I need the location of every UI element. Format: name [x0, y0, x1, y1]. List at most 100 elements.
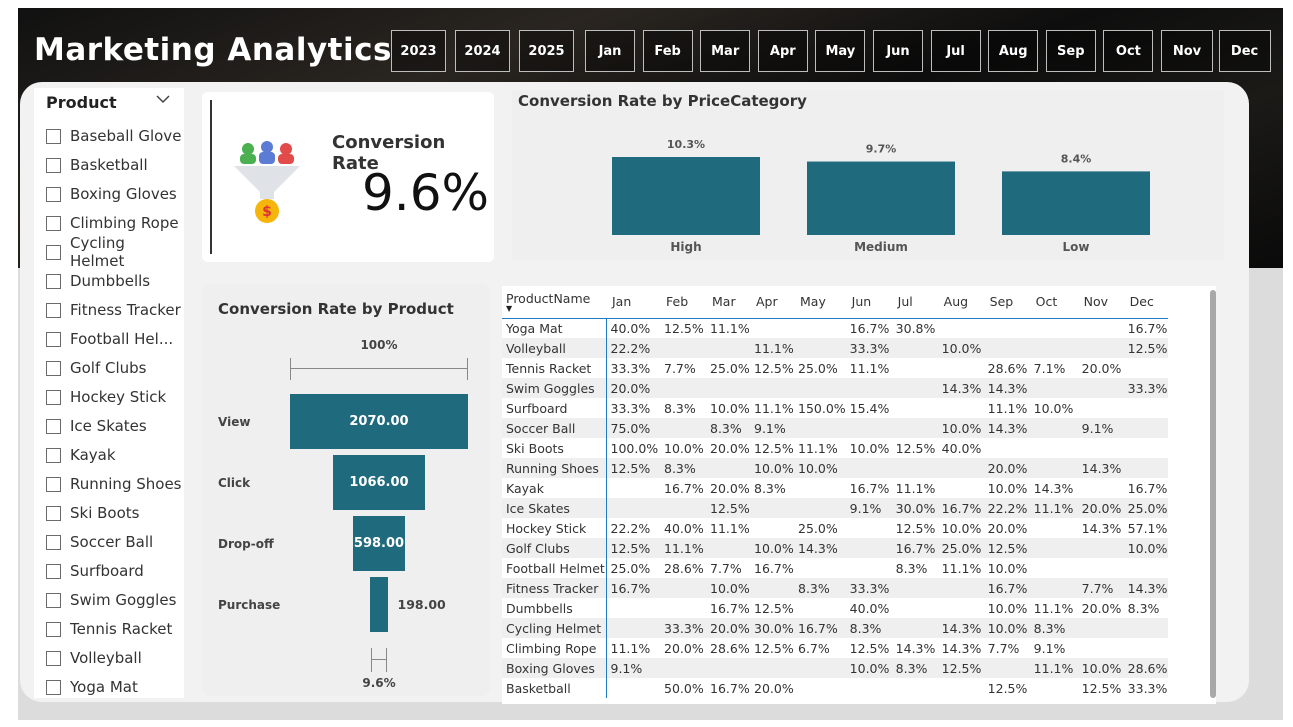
month-button-jul[interactable]: Jul: [930, 30, 981, 72]
checkbox[interactable]: [46, 476, 61, 492]
checkbox[interactable]: [46, 331, 61, 347]
matrix-scrollbar[interactable]: [1210, 290, 1216, 698]
column-header[interactable]: ProductName ▼: [502, 286, 606, 319]
year-button-2025[interactable]: 2025: [519, 30, 574, 72]
checkbox[interactable]: [46, 650, 61, 666]
product-option[interactable]: Fitness Tracker: [46, 299, 181, 321]
table-row[interactable]: Soccer Ball 75.0% 8.3% 9.1% 10.0% 14.3% 9.1%: [502, 418, 1168, 438]
column-header[interactable]: Jan: [606, 286, 660, 319]
checkbox[interactable]: [46, 679, 61, 695]
checkbox[interactable]: [46, 447, 61, 463]
table-row[interactable]: Tennis Racket 33.3% 7.7% 25.0% 12.5% 25.0% 11.…: [502, 358, 1168, 378]
product-option[interactable]: Cycling Helmet: [46, 234, 184, 270]
checkbox[interactable]: [46, 128, 61, 144]
product-option[interactable]: Ice Skates: [46, 415, 147, 437]
checkbox[interactable]: [46, 592, 61, 608]
table-row[interactable]: Ice Skates 12.5% 9.1% 30.0% 16.7% 22.2% 11.1% 2…: [502, 498, 1168, 518]
table-row[interactable]: Yoga Mat 40.0% 12.5% 11.1% 16.7% 30.8% 16.7%: [502, 318, 1168, 338]
checkbox[interactable]: [46, 563, 61, 579]
product-option[interactable]: Climbing Rope: [46, 212, 179, 234]
checkbox[interactable]: [46, 244, 61, 260]
table-row[interactable]: Basketball 50.0% 16.7% 20.0% 12.5% 12.5% 33.3%: [502, 678, 1168, 698]
month-button-may[interactable]: May: [815, 30, 866, 72]
table-row[interactable]: Cycling Helmet 33.3% 20.0% 30.0% 16.7% 8.3% 14…: [502, 618, 1168, 638]
table-row[interactable]: Football Helmet 25.0% 28.6% 7.7% 16.7% 8.3% 11…: [502, 558, 1168, 578]
checkbox[interactable]: [46, 186, 61, 202]
bar-low[interactable]: [1002, 171, 1150, 235]
month-button-apr[interactable]: Apr: [757, 30, 808, 72]
column-header[interactable]: Jun: [845, 286, 892, 319]
table-row[interactable]: Running Shoes 12.5% 8.3% 10.0% 10.0% 20.0% 14.…: [502, 458, 1168, 478]
checkbox[interactable]: [46, 505, 61, 521]
chevron-down-icon[interactable]: [156, 92, 170, 108]
table-row[interactable]: Surfboard 33.3% 8.3% 10.0% 11.1% 150.0% 15.4% 1…: [502, 398, 1168, 418]
value-cell: [794, 658, 846, 678]
checkbox[interactable]: [46, 157, 61, 173]
product-option[interactable]: Swim Goggles: [46, 589, 176, 611]
column-header[interactable]: Sep: [983, 286, 1030, 319]
column-header[interactable]: Mar: [706, 286, 750, 319]
month-button-sep[interactable]: Sep: [1045, 30, 1096, 72]
month-button-dec[interactable]: Dec: [1218, 30, 1271, 72]
sort-desc-icon[interactable]: ▼: [506, 305, 606, 313]
checkbox[interactable]: [46, 389, 61, 405]
table-row[interactable]: Dumbbells 16.7% 12.5% 40.0% 10.0% 11.1% 20.0% 8…: [502, 598, 1168, 618]
column-header[interactable]: May: [794, 286, 846, 319]
checkbox[interactable]: [46, 621, 61, 637]
column-header[interactable]: Oct: [1029, 286, 1078, 319]
year-button-2023[interactable]: 2023: [391, 30, 446, 72]
bar-high[interactable]: [612, 157, 760, 235]
product-option[interactable]: Soccer Ball: [46, 531, 153, 553]
table-row[interactable]: Boxing Gloves 9.1% 10.0% 8.3% 12.5% 11.1% 10.0…: [502, 658, 1168, 678]
product-option[interactable]: Boxing Gloves: [46, 183, 177, 205]
product-option[interactable]: Football Hel...: [46, 328, 173, 350]
month-button-oct[interactable]: Oct: [1103, 30, 1154, 72]
product-option[interactable]: Kayak: [46, 444, 116, 466]
checkbox[interactable]: [46, 534, 61, 550]
checkbox[interactable]: [46, 215, 61, 231]
table-row[interactable]: Ski Boots 100.0% 10.0% 20.0% 12.5% 11.1% 10.0%…: [502, 438, 1168, 458]
month-button-feb[interactable]: Feb: [642, 30, 693, 72]
year-button-2024[interactable]: 2024: [455, 30, 510, 72]
product-option[interactable]: Tennis Racket: [46, 618, 172, 640]
product-option[interactable]: Hockey Stick: [46, 386, 166, 408]
month-button-mar[interactable]: Mar: [700, 30, 751, 72]
checkbox[interactable]: [46, 302, 61, 318]
funnel-bar-click[interactable]: 1066.00: [333, 455, 425, 510]
column-header[interactable]: Jul: [891, 286, 938, 319]
checkbox[interactable]: [46, 273, 61, 289]
product-option[interactable]: Golf Clubs: [46, 357, 147, 379]
value-cell: 14.3%: [895, 640, 936, 656]
funnel-bar-view[interactable]: 2070.00: [290, 394, 468, 449]
table-row[interactable]: Climbing Rope 11.1% 20.0% 28.6% 12.5% 6.7% 12.…: [502, 638, 1168, 658]
column-header[interactable]: Nov: [1077, 286, 1124, 319]
table-row[interactable]: Kayak 16.7% 20.0% 8.3% 16.7% 11.1% 10.0% 14.3% 1…: [502, 478, 1168, 498]
product-option[interactable]: Yoga Mat: [46, 676, 138, 698]
table-row[interactable]: Volleyball 22.2% 11.1% 33.3% 10.0% 12.5%: [502, 338, 1168, 358]
product-option[interactable]: Surfboard: [46, 560, 144, 582]
product-option[interactable]: Volleyball: [46, 647, 142, 669]
table-row[interactable]: Fitness Tracker 16.7% 10.0% 8.3% 33.3% 16.7% 7…: [502, 578, 1168, 598]
column-header[interactable]: Dec: [1123, 286, 1168, 319]
checkbox[interactable]: [46, 360, 61, 376]
product-option[interactable]: Baseball Glove: [46, 125, 181, 147]
month-button-jan[interactable]: Jan: [585, 30, 635, 72]
product-option[interactable]: Running Shoes: [46, 473, 181, 495]
month-button-aug[interactable]: Aug: [988, 30, 1039, 72]
bar-medium[interactable]: [807, 161, 955, 235]
product-option[interactable]: Ski Boots: [46, 502, 140, 524]
checkbox[interactable]: [46, 418, 61, 434]
column-header[interactable]: Aug: [937, 286, 984, 319]
table-row[interactable]: Golf Clubs 12.5% 11.1% 10.0% 14.3% 16.7% 25.0%…: [502, 538, 1168, 558]
conversion-matrix[interactable]: ProductName ▼ Jan Feb Mar Apr May Jun Jul Aug Sep O…: [502, 286, 1216, 704]
month-button-nov[interactable]: Nov: [1161, 30, 1213, 72]
table-row[interactable]: Swim Goggles 20.0% 14.3% 14.3% 33.3%: [502, 378, 1168, 398]
column-header[interactable]: Feb: [660, 286, 706, 319]
month-button-jun[interactable]: Jun: [873, 30, 923, 72]
funnel-bar-drop-off[interactable]: 598.00: [353, 516, 405, 571]
column-header[interactable]: Apr: [750, 286, 794, 319]
table-row[interactable]: Hockey Stick 22.2% 40.0% 11.1% 25.0% 12.5% 10.…: [502, 518, 1168, 538]
product-option[interactable]: Basketball: [46, 154, 148, 176]
funnel-bar-purchase[interactable]: [370, 577, 388, 632]
product-option[interactable]: Dumbbells: [46, 270, 150, 292]
